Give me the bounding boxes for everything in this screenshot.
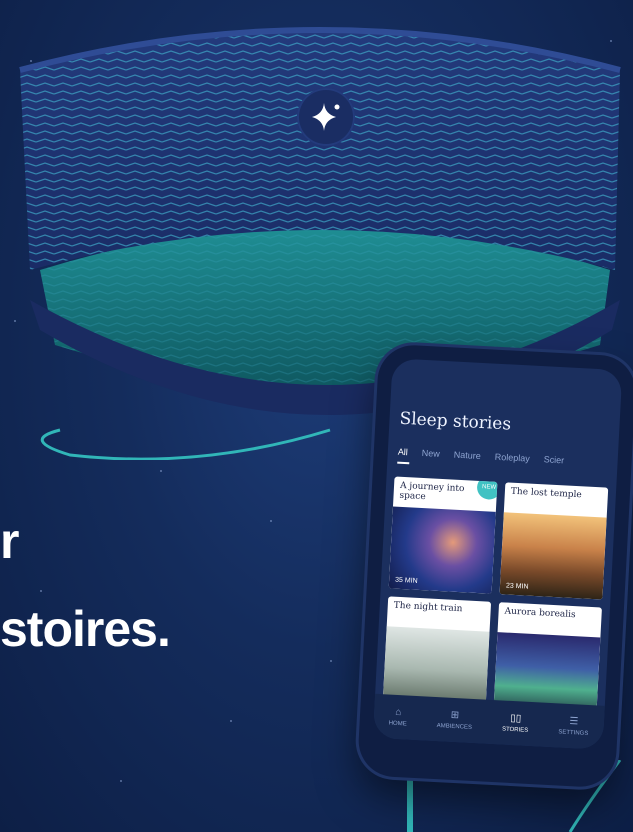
nav-label: SETTINGS <box>558 729 589 738</box>
tab-new[interactable]: New <box>422 448 441 459</box>
nav-label: AMBIENCES <box>436 723 473 731</box>
nav-label: STORIES <box>501 726 529 734</box>
page-title: Sleep stories <box>399 408 512 435</box>
story-card-title: The night train <box>393 600 463 615</box>
tab-roleplay[interactable]: Roleplay <box>495 452 531 464</box>
phone-screen: Sleep stories All New Nature Roleplay Sc… <box>372 358 623 750</box>
story-duration: 23 MIN <box>505 582 529 591</box>
nav-ambiences[interactable]: ⊞ AMBIENCES <box>437 709 473 731</box>
tab-science[interactable]: Scier <box>543 454 564 465</box>
headline-line2: stoires. <box>0 601 171 657</box>
story-card-journey-into-space[interactable]: A journey into space 35 MIN NEW <box>388 476 498 594</box>
story-card-title: The lost temple <box>510 486 582 501</box>
tab-nature[interactable]: Nature <box>454 450 482 461</box>
nav-stories[interactable]: ▯▯ STORIES <box>502 713 529 734</box>
headline-line1: r <box>0 513 20 569</box>
story-grid: A journey into space 35 MIN NEW The lost… <box>382 476 609 720</box>
story-duration: 35 MIN <box>394 576 418 585</box>
nav-settings[interactable]: ☰ SETTINGS <box>558 715 589 737</box>
menu-icon: ☰ <box>569 716 579 728</box>
category-tabs: All New Nature Roleplay Scier <box>398 447 618 469</box>
nav-home[interactable]: ⌂ HOME <box>388 707 407 728</box>
book-icon: ▯▯ <box>509 712 522 725</box>
active-tab-indicator <box>397 461 410 465</box>
sparkle-logo-icon <box>297 88 355 146</box>
nav-label: HOME <box>388 720 407 728</box>
story-card-lost-temple[interactable]: The lost temple 23 MIN <box>499 482 609 600</box>
story-card-title: Aurora borealis <box>504 606 576 621</box>
home-icon: ⌂ <box>394 706 402 719</box>
tab-all[interactable]: All <box>398 447 409 458</box>
grid-icon: ⊞ <box>450 709 460 722</box>
phone-mockup: Sleep stories All New Nature Roleplay Sc… <box>356 343 633 789</box>
